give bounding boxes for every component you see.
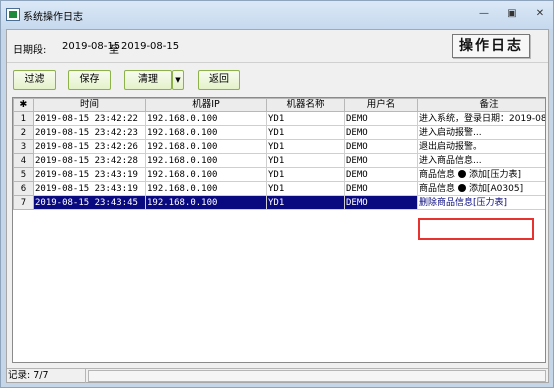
title-bar: 系统操作日志 — ▣ ✕	[1, 1, 553, 29]
cell-machine: YD1	[266, 181, 345, 196]
clear-dropdown-chevron-icon[interactable]: ▼	[172, 70, 184, 90]
table-row[interactable]: 1 2019-08-15 23:42:22 192.168.0.100 YD1 …	[13, 111, 545, 126]
cell-time: 2019-08-15 23:43:19	[33, 167, 146, 182]
cell-time: 2019-08-15 23:42:28	[33, 153, 146, 168]
cell-user: DEMO	[344, 139, 418, 154]
cell-user: DEMO	[344, 125, 418, 140]
column-header-machine[interactable]: 机器名称	[266, 98, 345, 112]
cell-machine: YD1	[266, 111, 345, 126]
cell-note: 商品信息 添加[A0305]	[417, 181, 545, 196]
column-header-ip[interactable]: 机器IP	[145, 98, 267, 112]
back-button[interactable]: 返回	[198, 70, 240, 90]
period-to-word: 至	[109, 45, 119, 56]
cell-ip: 192.168.0.100	[145, 125, 267, 140]
table-header-row: ✱ 时间 机器IP 机器名称 用户名 备注	[13, 98, 545, 112]
cell-ip: 192.168.0.100	[145, 181, 267, 196]
cell-note: 商品信息 添加[压力表]	[417, 167, 545, 182]
row-number: 3	[13, 139, 34, 154]
app-icon	[6, 8, 20, 21]
window-client: 日期段: 2019-08-15 至 2019-08-15 操作日志 过滤 保存 …	[6, 29, 549, 383]
minimize-button[interactable]: —	[475, 6, 493, 21]
note-action: 添加[压力表]	[469, 169, 522, 180]
toolbar-divider	[7, 62, 548, 63]
column-header-user[interactable]: 用户名	[344, 98, 418, 112]
table-row[interactable]: 6 2019-08-15 23:43:19 192.168.0.100 YD1 …	[13, 181, 545, 196]
table-row[interactable]: 5 2019-08-15 23:43:19 192.168.0.100 YD1 …	[13, 167, 545, 182]
cell-note: 进入启动报警...	[417, 125, 545, 140]
cell-machine: YD1	[266, 139, 345, 154]
cell-machine: YD1	[266, 153, 345, 168]
period-label: 日期段:	[13, 45, 47, 56]
cell-machine: YD1	[266, 167, 345, 182]
table-row-selected[interactable]: 7 2019-08-15 23:43:45 192.168.0.100 YD1 …	[13, 195, 545, 210]
column-header-note[interactable]: 备注	[417, 98, 545, 112]
record-count: 记录: 7/7	[7, 369, 86, 383]
note-subject: 商品信息	[419, 183, 456, 194]
cell-ip: 192.168.0.100	[145, 195, 267, 210]
table-row[interactable]: 4 2019-08-15 23:42:28 192.168.0.100 YD1 …	[13, 153, 545, 168]
cell-user: DEMO	[344, 181, 418, 196]
log-window: 系统操作日志 — ▣ ✕ 日期段: 2019-08-15 至 2019-08-1…	[0, 0, 554, 388]
cell-machine: YD1	[266, 125, 345, 140]
cell-user: DEMO	[344, 195, 418, 210]
column-header-time[interactable]: 时间	[33, 98, 146, 112]
filter-button[interactable]: 过滤	[13, 70, 56, 90]
cell-note: 进入商品信息...	[417, 153, 545, 168]
cell-note: 删除商品信息[压力表]	[417, 195, 545, 210]
cell-user: DEMO	[344, 167, 418, 182]
window-title: 系统操作日志	[23, 12, 83, 23]
row-number: 2	[13, 125, 34, 140]
cell-user: DEMO	[344, 111, 418, 126]
cell-time: 2019-08-15 23:42:22	[33, 111, 146, 126]
cell-time: 2019-08-15 23:42:26	[33, 139, 146, 154]
operation-log-button[interactable]: 操作日志	[452, 34, 530, 58]
row-number: 5	[13, 167, 34, 182]
cell-note: 退出启动报警。	[417, 139, 545, 154]
log-grid[interactable]: ✱ 时间 机器IP 机器名称 用户名 备注 1 2019-08-15 23:42…	[12, 97, 546, 363]
cell-note: 进入系统，登录日期：2019-08-	[417, 111, 545, 126]
bullet-dot-icon	[458, 169, 467, 178]
log-table: ✱ 时间 机器IP 机器名称 用户名 备注 1 2019-08-15 23:42…	[13, 98, 545, 210]
note-action: 添加[A0305]	[469, 183, 524, 194]
save-button[interactable]: 保存	[68, 70, 111, 90]
note-subject: 商品信息	[419, 169, 456, 180]
cell-time: 2019-08-15 23:43:19	[33, 181, 146, 196]
clear-button[interactable]: 清理	[124, 70, 172, 90]
table-row[interactable]: 3 2019-08-15 23:42:26 192.168.0.100 YD1 …	[13, 139, 545, 154]
cell-ip: 192.168.0.100	[145, 111, 267, 126]
status-bar: 记录: 7/7	[7, 368, 548, 383]
row-number: 4	[13, 153, 34, 168]
table-row[interactable]: 2 2019-08-15 23:42:23 192.168.0.100 YD1 …	[13, 125, 545, 140]
row-number: 1	[13, 111, 34, 126]
header-corner-icon: ✱	[13, 98, 34, 112]
cell-ip: 192.168.0.100	[145, 167, 267, 182]
cell-ip: 192.168.0.100	[145, 153, 267, 168]
status-panel	[88, 370, 546, 382]
cell-time: 2019-08-15 23:42:23	[33, 125, 146, 140]
close-button[interactable]: ✕	[531, 6, 549, 21]
row-number: 7	[13, 195, 34, 210]
cell-machine: YD1	[266, 195, 345, 210]
highlight-annotation-box	[418, 218, 534, 240]
row-number: 6	[13, 181, 34, 196]
period-to-date: 2019-08-15	[121, 41, 180, 52]
bullet-dot-icon	[458, 183, 467, 192]
cell-time: 2019-08-15 23:43:45	[33, 195, 146, 210]
maximize-button[interactable]: ▣	[503, 6, 521, 21]
cell-user: DEMO	[344, 153, 418, 168]
cell-ip: 192.168.0.100	[145, 139, 267, 154]
